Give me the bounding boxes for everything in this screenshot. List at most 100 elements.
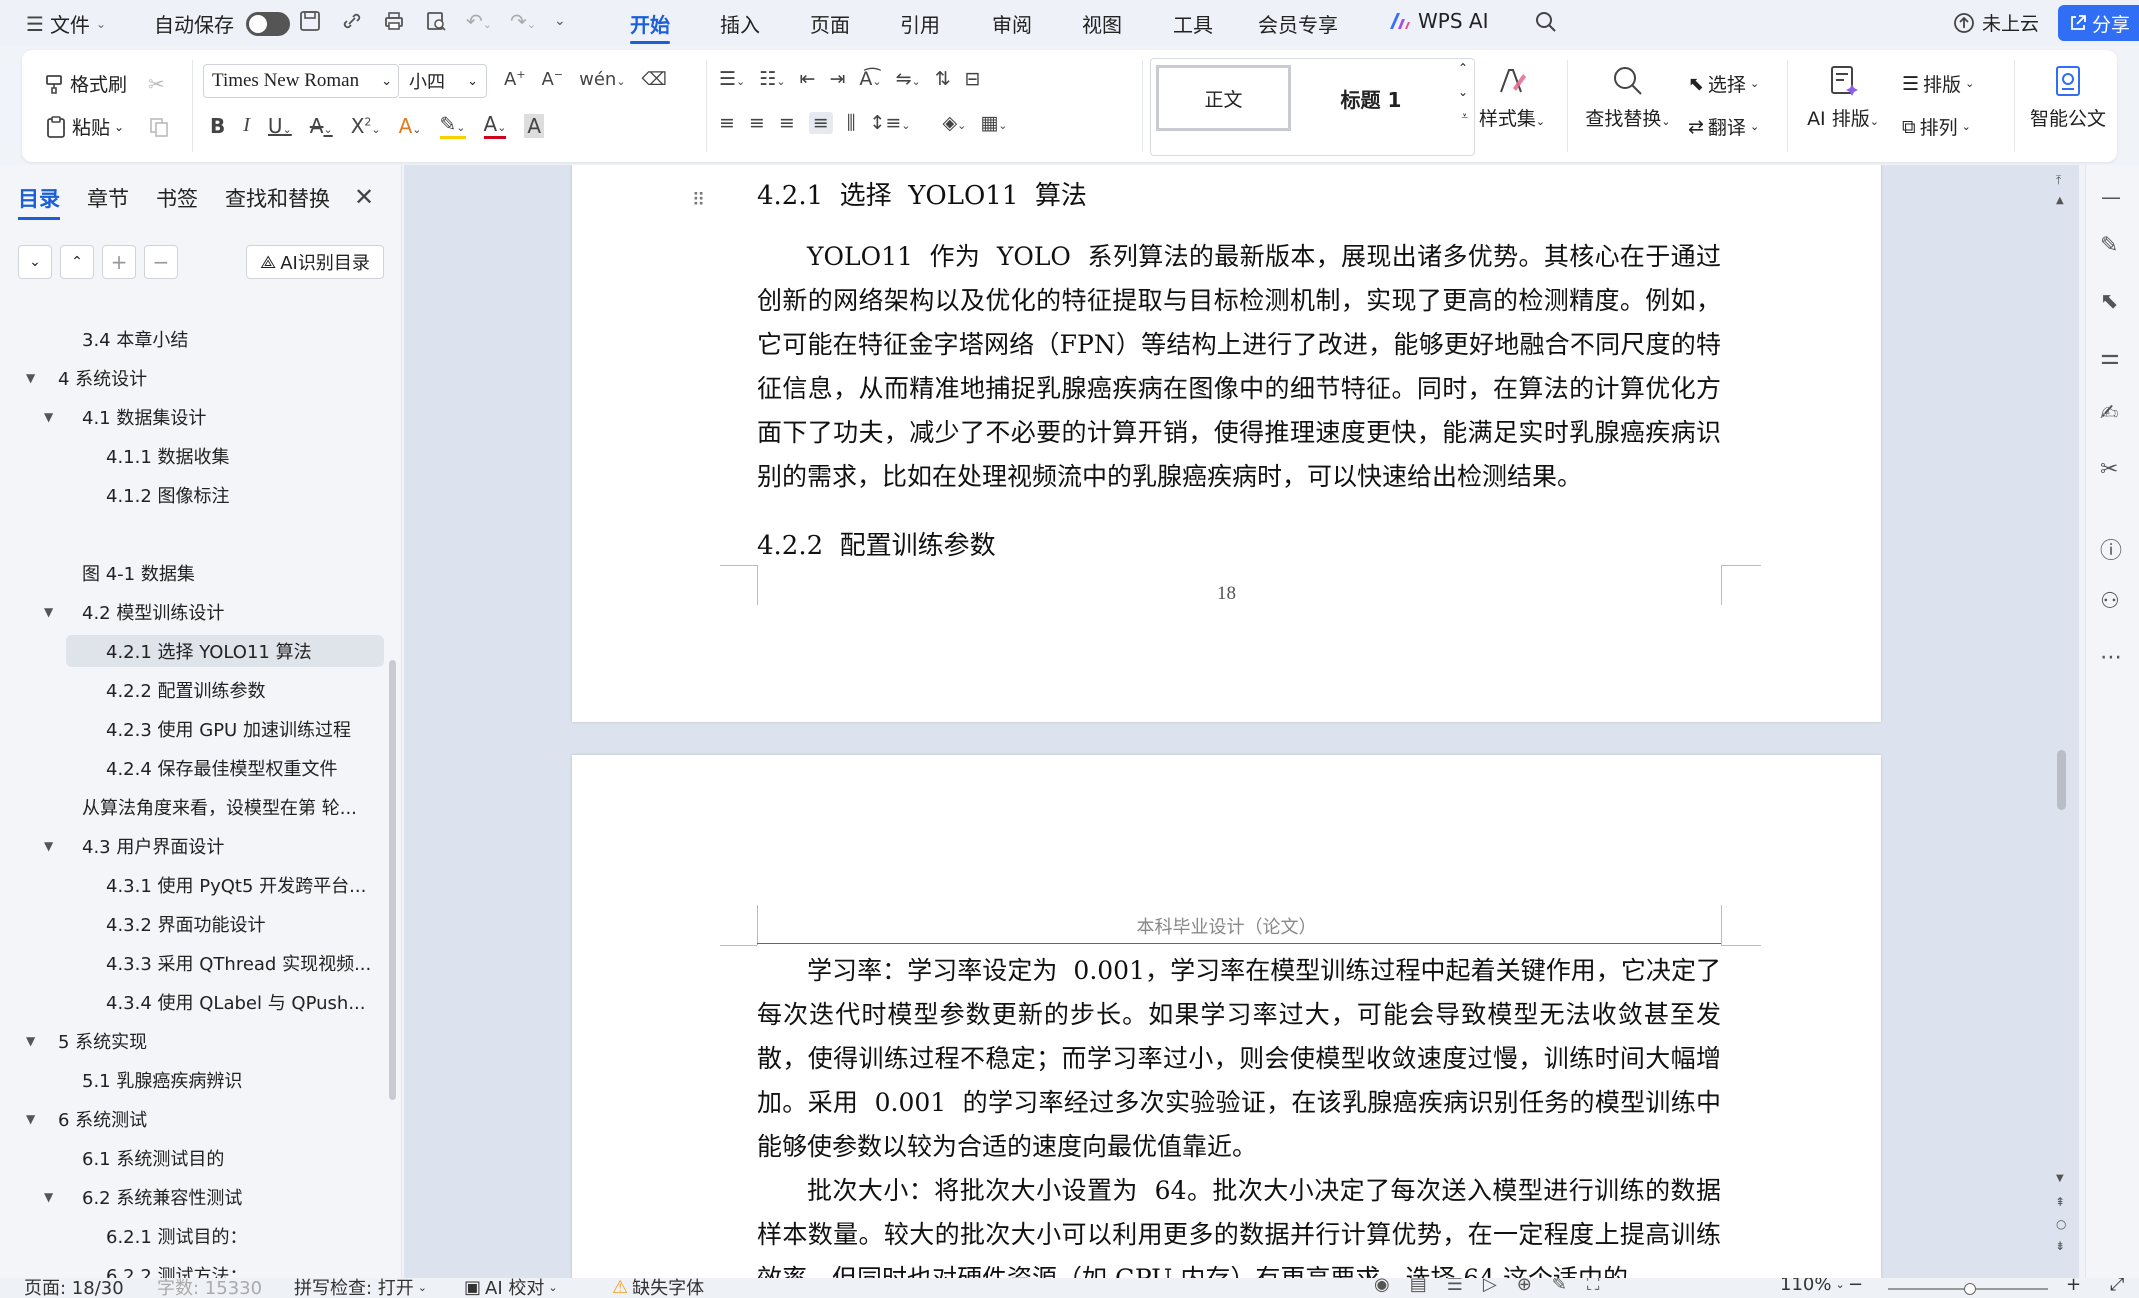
style-heading1[interactable]: 标题 1	[1301, 65, 1441, 131]
toc-item[interactable]: ▼ 6 系统测试	[0, 1103, 384, 1135]
phonetic-icon[interactable]: wén⌄	[579, 69, 625, 90]
smart-doc-button[interactable]: 智能公文	[2022, 64, 2114, 131]
link-icon[interactable]	[340, 9, 364, 33]
eye-icon[interactable]: ◉	[1374, 1278, 1390, 1295]
fullscreen-icon[interactable]: ⤢	[2110, 1278, 2124, 1295]
share-button[interactable]: 分享	[2058, 5, 2139, 41]
ai-layout-button[interactable]: AI 排版⌄	[1798, 64, 1888, 131]
toc-item[interactable]: 4.3.1 使用 PyQt5 开发跨平台...	[0, 869, 384, 901]
toc-item[interactable]: 6.1 系统测试目的	[0, 1142, 384, 1174]
style-normal[interactable]: 正文	[1156, 65, 1291, 131]
scroll-up-icon[interactable]: ▲	[2056, 195, 2064, 206]
align-right-icon[interactable]: ≡	[779, 112, 795, 134]
fit-icon[interactable]: ⛶	[1587, 1278, 1600, 1295]
zoom-slider-thumb[interactable]	[1964, 1283, 1976, 1295]
font-size-select[interactable]: 小四 ⌄	[399, 64, 487, 98]
autosave-toggle[interactable]: 自动保存	[154, 9, 290, 38]
shrink-font-icon[interactable]: A−	[542, 68, 564, 90]
help-icon[interactable]: ⓘ	[2100, 533, 2122, 565]
italic-icon[interactable]: I	[243, 114, 250, 137]
word-count[interactable]: 字数: 15330	[157, 1278, 262, 1298]
ai-proofread-button[interactable]: ▣ AI 校对 ⌄	[464, 1278, 558, 1298]
toc-item[interactable]: 4.2.1 选择 YOLO11 算法	[66, 635, 384, 667]
toc-item[interactable]: ▼ 4.3 用户界面设计	[0, 830, 384, 862]
toc-item[interactable]: 图 4-1 数据集	[0, 557, 384, 589]
tab-reference[interactable]: 引用	[900, 9, 940, 38]
chevron-up-icon[interactable]: ⌃	[1458, 61, 1468, 75]
chevron-down-icon[interactable]: ⌄	[1458, 85, 1468, 99]
increase-indent-icon[interactable]: ⇥	[829, 68, 845, 90]
print-icon[interactable]	[382, 9, 406, 33]
toc-item[interactable]: 5.1 乳腺癌疾病辨识	[0, 1064, 384, 1096]
format-painter-button[interactable]: 格式刷	[44, 70, 127, 97]
strikethrough-icon[interactable]: A⌄	[310, 114, 333, 138]
toc-expand-icon[interactable]: ▼	[44, 1190, 53, 1204]
underline-icon[interactable]: U⌄	[268, 114, 292, 138]
text-direction-icon[interactable]: A͡⌄	[859, 68, 881, 90]
tab-home[interactable]: 开始	[630, 9, 670, 44]
toc-item[interactable]: 4.2.3 使用 GPU 加速训练过程	[0, 713, 384, 745]
copy-icon[interactable]	[148, 116, 170, 138]
text-effect-icon[interactable]: A⌄	[399, 114, 422, 138]
print-preview-icon[interactable]	[424, 9, 448, 33]
toc-item[interactable]: 4.1.2 图像标注	[0, 479, 384, 511]
font-color-icon[interactable]: A⌄	[483, 112, 507, 139]
toc-item[interactable]: 3.4 本章小结	[0, 323, 384, 355]
toc-expand-icon[interactable]: ▼	[26, 371, 35, 385]
toc-item[interactable]: ▼ 5 系统实现	[0, 1025, 384, 1057]
sort-swap-icon[interactable]: ⇋⌄	[896, 68, 921, 90]
tab-tools[interactable]: 工具	[1173, 9, 1213, 38]
translate-button[interactable]: ⇄ 翻译 ⌄	[1688, 113, 1759, 140]
toc-item[interactable]: 4.1.1 数据收集	[0, 440, 384, 472]
paste-button[interactable]: 粘贴 ⌄	[44, 113, 124, 140]
shading-icon[interactable]: ◈⌄	[943, 112, 967, 134]
file-menu[interactable]: ☰ 文件 ⌄	[26, 9, 106, 38]
scroll-down-icon[interactable]: ▼	[2056, 1173, 2064, 1184]
justify-icon[interactable]: ≡	[808, 112, 833, 134]
tab-member[interactable]: 会员专享	[1258, 9, 1338, 38]
pointer-icon[interactable]: ⬉	[2100, 289, 2118, 314]
tools-icon[interactable]: ✂	[2100, 457, 2118, 482]
toc-item[interactable]: ▼ 4.2 模型训练设计	[0, 596, 384, 628]
align-left-icon[interactable]: ≡	[719, 112, 735, 134]
toc-expand-icon[interactable]: ▼	[44, 839, 53, 853]
missing-font-warning[interactable]: ⚠ 缺失字体	[612, 1278, 704, 1298]
collapse-panel-icon[interactable]: —	[2101, 185, 2121, 209]
toc-item[interactable]	[0, 518, 384, 550]
toc-item[interactable]: 4.3.4 使用 QLabel 与 QPush...	[0, 986, 384, 1018]
show-marks-icon[interactable]: ⊟	[965, 68, 981, 90]
bullet-list-icon[interactable]: ☰⌄	[719, 68, 745, 90]
shirt-icon[interactable]: ⚇	[2100, 589, 2120, 614]
zoom-select[interactable]: 110% ⌄	[1780, 1278, 1845, 1295]
scroll-top-icon[interactable]: ⤒	[2056, 173, 2061, 188]
next-page-icon[interactable]: ⇟	[2055, 1239, 2065, 1253]
page-view-icon[interactable]: ▤	[1410, 1278, 1427, 1295]
tab-review[interactable]: 审阅	[992, 9, 1032, 38]
toc-item[interactable]: 6.2.1 测试目的：	[0, 1220, 384, 1252]
toc-item[interactable]: 4.2.2 配置训练参数	[0, 674, 384, 706]
more-quick-icon[interactable]: ⌄	[554, 13, 566, 29]
play-icon[interactable]: ▷	[1483, 1278, 1497, 1295]
distributed-icon[interactable]: ⫼	[847, 112, 856, 134]
redo-icon[interactable]: ↷⌄	[510, 9, 536, 33]
select-button[interactable]: ⬉ 选择 ⌄	[1688, 70, 1759, 97]
zoom-slider[interactable]	[1888, 1283, 2048, 1295]
zoom-out-icon[interactable]: −	[1848, 1278, 1863, 1295]
more-icon[interactable]: ⋯	[2100, 645, 2122, 670]
web-view-icon[interactable]: ⊕	[1517, 1278, 1532, 1295]
page-indicator[interactable]: 页面: 18/30	[24, 1278, 124, 1298]
tab-view[interactable]: 视图	[1082, 9, 1122, 38]
align-center-icon[interactable]: ≡	[749, 112, 765, 134]
prev-page-icon[interactable]: ⇞	[2055, 1195, 2065, 1209]
brush-icon[interactable]: ✍	[2100, 401, 2118, 426]
tab-wps-ai[interactable]: WPS AI	[1388, 9, 1488, 33]
border-icon[interactable]: ▦⌄	[980, 112, 1007, 134]
search-icon[interactable]	[1534, 10, 1558, 34]
highlight-icon[interactable]: ✎⌄	[439, 112, 466, 139]
bold-icon[interactable]: B	[210, 114, 225, 138]
toc-item[interactable]: 4.3.3 采用 QThread 实现视频...	[0, 947, 384, 979]
toc-item[interactable]: 从算法角度来看，设模型在第 轮...	[0, 791, 384, 823]
char-shading-icon[interactable]: A	[524, 113, 545, 138]
doc-scrollbar-thumb[interactable]	[2057, 750, 2066, 810]
find-replace-button[interactable]: 查找替换⌄	[1578, 64, 1678, 131]
